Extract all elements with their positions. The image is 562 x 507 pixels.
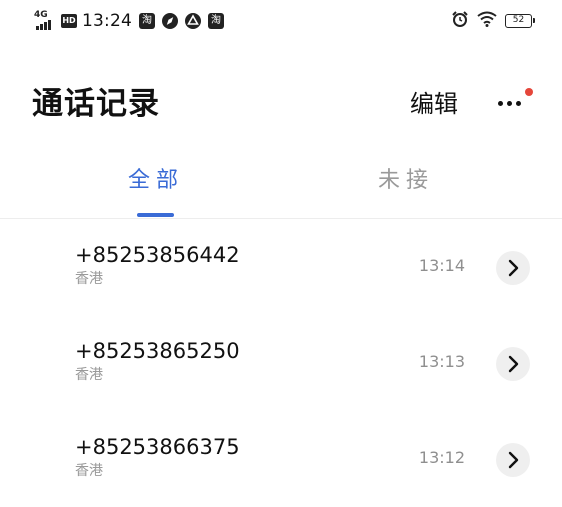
edit-button[interactable]: 编辑 [410, 88, 458, 120]
call-location: 香港 [75, 271, 103, 287]
page-title: 通话记录 [32, 86, 160, 122]
taobao-icon: 淘 [139, 13, 155, 29]
call-log-item[interactable]: +85253856442 香港 13:14 [0, 219, 562, 315]
taobao-icon: 淘 [208, 13, 224, 29]
call-location: 香港 [75, 463, 103, 479]
call-detail-button[interactable] [496, 251, 530, 285]
chevron-right-icon [508, 355, 519, 373]
call-number: +85253866375 [75, 435, 240, 459]
active-tab-indicator [137, 213, 174, 217]
hd-badge: HD [61, 14, 77, 28]
status-bar-right: 52 [451, 10, 535, 32]
call-detail-button[interactable] [496, 443, 530, 477]
alarm-icon [451, 10, 469, 32]
compass-icon [162, 13, 178, 29]
alipay-icon [185, 13, 201, 29]
call-time: 13:14 [418, 256, 465, 275]
call-time: 13:13 [418, 352, 465, 371]
call-log-item[interactable]: +85253866375 香港 13:12 [0, 411, 562, 507]
wifi-icon [477, 11, 497, 31]
call-number: +85253856442 [75, 243, 240, 267]
call-log-list: +85253856442 香港 13:14 +85253865250 香港 13… [0, 219, 562, 507]
chevron-right-icon [508, 451, 519, 469]
tab-missed[interactable]: 未接 [346, 166, 466, 196]
call-location: 香港 [75, 367, 103, 383]
call-detail-button[interactable] [496, 347, 530, 381]
cellular-signal-icon: 4G [34, 10, 58, 32]
status-bar: 4G HD 13:24 淘 淘 52 [0, 0, 562, 42]
status-time: 13:24 [82, 11, 132, 31]
notification-dot [525, 88, 533, 96]
call-time: 13:12 [418, 448, 465, 467]
tab-all[interactable]: 全部 [96, 166, 216, 196]
status-bar-left: 4G HD 13:24 淘 淘 [34, 9, 224, 33]
battery-icon: 52 [505, 14, 535, 28]
more-button[interactable] [494, 88, 534, 120]
network-type-label: 4G [34, 10, 48, 20]
call-log-item[interactable]: +85253865250 香港 13:13 [0, 315, 562, 411]
call-number: +85253865250 [75, 339, 240, 363]
chevron-right-icon [508, 259, 519, 277]
